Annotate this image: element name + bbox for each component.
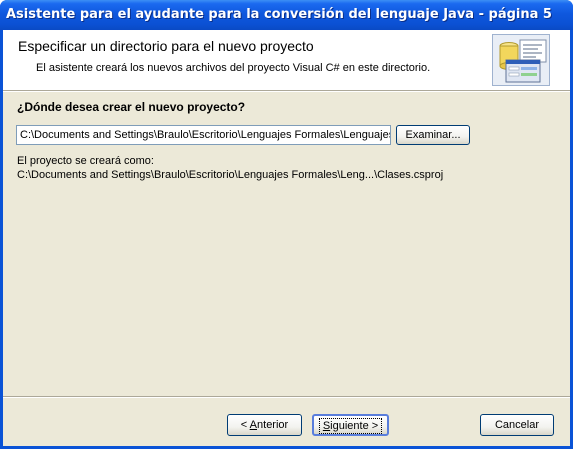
back-button-label: nterior — [257, 419, 289, 431]
page-subtitle: El asistente creará los nuevos archivos … — [36, 62, 431, 74]
next-button-focus: Siguiente > — [318, 418, 383, 434]
header-divider-highlight — [3, 91, 570, 92]
browse-button[interactable]: Examinar... — [396, 125, 470, 145]
back-button-prefix: < — [240, 419, 250, 431]
window-title: Asistente para el ayudante para la conve… — [6, 7, 552, 22]
page-title: Especificar un directorio para el nuevo … — [18, 38, 314, 54]
back-button-accesskey: A — [249, 419, 258, 431]
wizard-database-icon — [492, 34, 550, 86]
next-button[interactable]: Siguiente > — [312, 414, 389, 436]
next-button-label: iguiente > — [330, 420, 379, 432]
project-output-label: El proyecto se creará como: — [17, 155, 154, 167]
cancel-button[interactable]: Cancelar — [480, 414, 554, 436]
footer-divider-highlight — [3, 397, 570, 398]
title-bar[interactable]: Asistente para el ayudante para la conve… — [0, 0, 573, 30]
wizard-header: Especificar un directorio para el nuevo … — [3, 30, 570, 90]
location-question-label: ¿Dónde desea crear el nuevo proyecto? — [17, 100, 246, 114]
project-path-input[interactable]: C:\Documents and Settings\Braulo\Escrito… — [16, 125, 391, 145]
project-output-path: C:\Documents and Settings\Braulo\Escrito… — [17, 169, 444, 181]
wizard-client-area: Especificar un directorio para el nuevo … — [3, 30, 570, 446]
wizard-window: Asistente para el ayudante para la conve… — [0, 0, 573, 449]
back-button[interactable]: < Anterior — [227, 414, 302, 436]
